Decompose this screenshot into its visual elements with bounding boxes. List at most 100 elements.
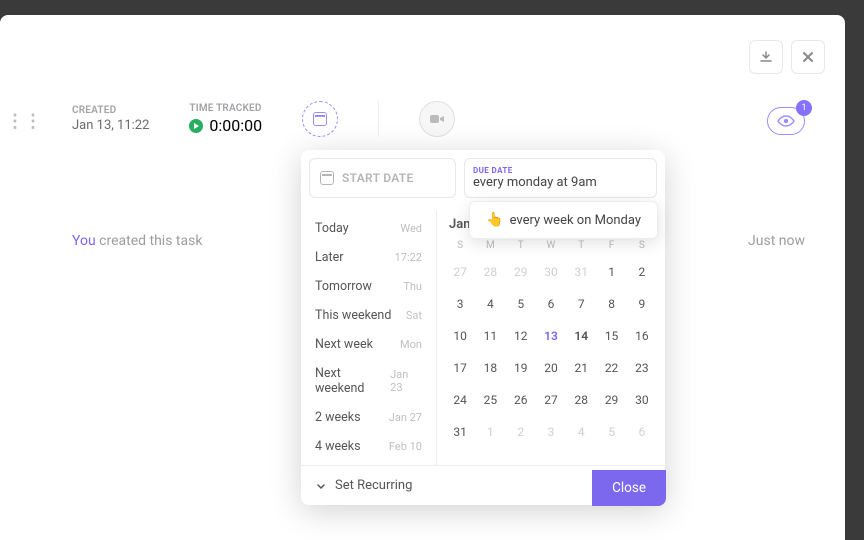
calendar-day[interactable]: 10 — [445, 325, 475, 347]
quick-date-item[interactable]: Tomorrow Thu — [301, 272, 436, 301]
calendar-day[interactable]: 8 — [596, 293, 626, 315]
calendar-dow: S — [445, 240, 475, 251]
quick-date-label: This weekend — [315, 308, 391, 323]
calendar-day[interactable]: 17 — [445, 357, 475, 379]
calendar-day[interactable]: 19 — [506, 357, 536, 379]
quick-date-list: TodayWed Later 17:22 Tomorrow Thu This weeken… — [301, 210, 437, 465]
pointer-cursor-icon: 👆 — [486, 212, 503, 228]
calendar-day[interactable]: 6 — [627, 421, 657, 443]
quick-date-label: Later — [315, 250, 344, 265]
calendar-day[interactable]: 9 — [627, 293, 657, 315]
quick-date-label: Tomorrow — [315, 279, 372, 294]
start-date-button[interactable]: START DATE — [309, 158, 456, 198]
quick-date-label: 2 weeks — [315, 410, 361, 425]
chevron-down-icon — [315, 480, 327, 492]
popover-head: START DATE DUE DATE 👆 every week on Mond… — [301, 150, 665, 198]
calendar-day[interactable]: 20 — [536, 357, 566, 379]
calendar-day[interactable]: 4 — [475, 293, 505, 315]
created-block: CREATED Jan 13, 11:22 — [72, 105, 149, 133]
calendar-day[interactable]: 1 — [475, 421, 505, 443]
due-date-field[interactable]: DUE DATE 👆 every week on Monday — [464, 158, 657, 198]
calendar-day[interactable]: 11 — [475, 325, 505, 347]
calendar-day[interactable]: 31 — [445, 421, 475, 443]
calendar-day[interactable]: 16 — [627, 325, 657, 347]
quick-date-hint: Feb 10 — [389, 440, 422, 453]
quick-date-item[interactable]: Next weekendJan 23 — [301, 359, 436, 403]
calendar-day[interactable]: 7 — [566, 293, 596, 315]
set-recurring-label: Set Recurring — [335, 478, 412, 493]
quick-date-hint: Mon — [400, 338, 422, 351]
calendar-day[interactable]: 5 — [506, 293, 536, 315]
quick-date-item[interactable]: 2 weeks Jan 27 — [301, 403, 436, 432]
calendar-day[interactable]: 3 — [536, 421, 566, 443]
close-modal-button[interactable] — [791, 40, 825, 74]
calendar-day[interactable]: 12 — [506, 325, 536, 347]
quick-date-hint: Wed — [400, 222, 422, 235]
quick-date-item[interactable]: Later 17:22 — [301, 243, 436, 272]
collapse-button[interactable] — [749, 40, 783, 74]
quick-date-hint: Thu — [403, 280, 422, 293]
calendar-day[interactable]: 30 — [627, 389, 657, 411]
calendar-day[interactable]: 22 — [596, 357, 626, 379]
calendar-day[interactable]: 18 — [475, 357, 505, 379]
quick-date-item[interactable]: This weekend Sat — [301, 301, 436, 330]
created-value: Jan 13, 11:22 — [72, 118, 149, 133]
calendar-day[interactable]: 27 — [536, 389, 566, 411]
time-tracked-label: TIME TRACKED — [189, 103, 262, 114]
watchers-button[interactable]: 1 — [767, 107, 805, 135]
calendar-day[interactable]: 2 — [627, 261, 657, 283]
calendar-day[interactable]: 28 — [475, 261, 505, 283]
calendar-day[interactable]: 29 — [596, 389, 626, 411]
calendar-dow: S — [627, 240, 657, 251]
calendar-dow: T — [566, 240, 596, 251]
calendar-day[interactable]: 31 — [566, 261, 596, 283]
calendar-dow: T — [506, 240, 536, 251]
calendar-day[interactable]: 24 — [445, 389, 475, 411]
calendar-day[interactable]: 30 — [536, 261, 566, 283]
calendar-day[interactable]: 25 — [475, 389, 505, 411]
task-header: CREATED Jan 13, 11:22 TIME TRACKED 0:00:… — [72, 101, 455, 137]
quick-date-item[interactable]: Next weekMon — [301, 330, 436, 359]
quick-date-item[interactable]: TodayWed — [301, 214, 436, 243]
created-label: CREATED — [72, 105, 149, 116]
calendar-day[interactable]: 5 — [596, 421, 626, 443]
quick-date-item[interactable]: 4 weeksFeb 10 — [301, 432, 436, 461]
popover-body: TodayWed Later 17:22 Tomorrow Thu This weeken… — [301, 210, 665, 465]
activity-text: You created this task — [72, 233, 202, 249]
quick-date-hint: Jan 27 — [389, 411, 422, 424]
quick-date-hint: Sat — [406, 309, 422, 322]
quick-date-hint: Jan 23 — [390, 368, 422, 394]
eye-icon — [776, 114, 796, 128]
quick-date-hint: 17:22 — [395, 251, 422, 264]
suggestion-dropdown-item[interactable]: 👆 every week on Monday — [469, 201, 658, 239]
close-icon — [801, 50, 815, 64]
calendar-day[interactable]: 4 — [566, 421, 596, 443]
drag-handle-icon[interactable]: ⋮⋮ — [6, 111, 42, 132]
calendar-day[interactable]: 1 — [596, 261, 626, 283]
calendar-day[interactable]: 2 — [506, 421, 536, 443]
due-date-label: DUE DATE — [473, 166, 648, 175]
video-icon — [429, 113, 445, 125]
due-date-input[interactable] — [473, 175, 648, 190]
calendar-column: Jan 2021 TODAY ‹ › SMTWTFS27282930311234… — [437, 210, 665, 465]
calendar-icon — [313, 112, 327, 126]
video-call-button[interactable] — [419, 101, 455, 137]
time-tracked-text: 0:00:00 — [209, 116, 262, 135]
calendar-day[interactable]: 26 — [506, 389, 536, 411]
calendar-day[interactable]: 13 — [536, 325, 566, 347]
calendar-day[interactable]: 27 — [445, 261, 475, 283]
calendar-grid: SMTWTFS272829303112345678910111213141516… — [445, 240, 657, 443]
calendar-day[interactable]: 21 — [566, 357, 596, 379]
calendar-day[interactable]: 6 — [536, 293, 566, 315]
calendar-day[interactable]: 29 — [506, 261, 536, 283]
due-date-circle-button[interactable] — [302, 101, 338, 137]
calendar-day[interactable]: 3 — [445, 293, 475, 315]
time-tracked-value[interactable]: 0:00:00 — [189, 116, 262, 135]
calendar-dow: F — [596, 240, 626, 251]
close-button[interactable]: Close — [592, 470, 666, 506]
calendar-day[interactable]: 14 — [566, 325, 596, 347]
calendar-day[interactable]: 23 — [627, 357, 657, 379]
calendar-day[interactable]: 28 — [566, 389, 596, 411]
calendar-day[interactable]: 15 — [596, 325, 626, 347]
date-picker-popover: START DATE DUE DATE 👆 every week on Mond… — [301, 150, 665, 505]
